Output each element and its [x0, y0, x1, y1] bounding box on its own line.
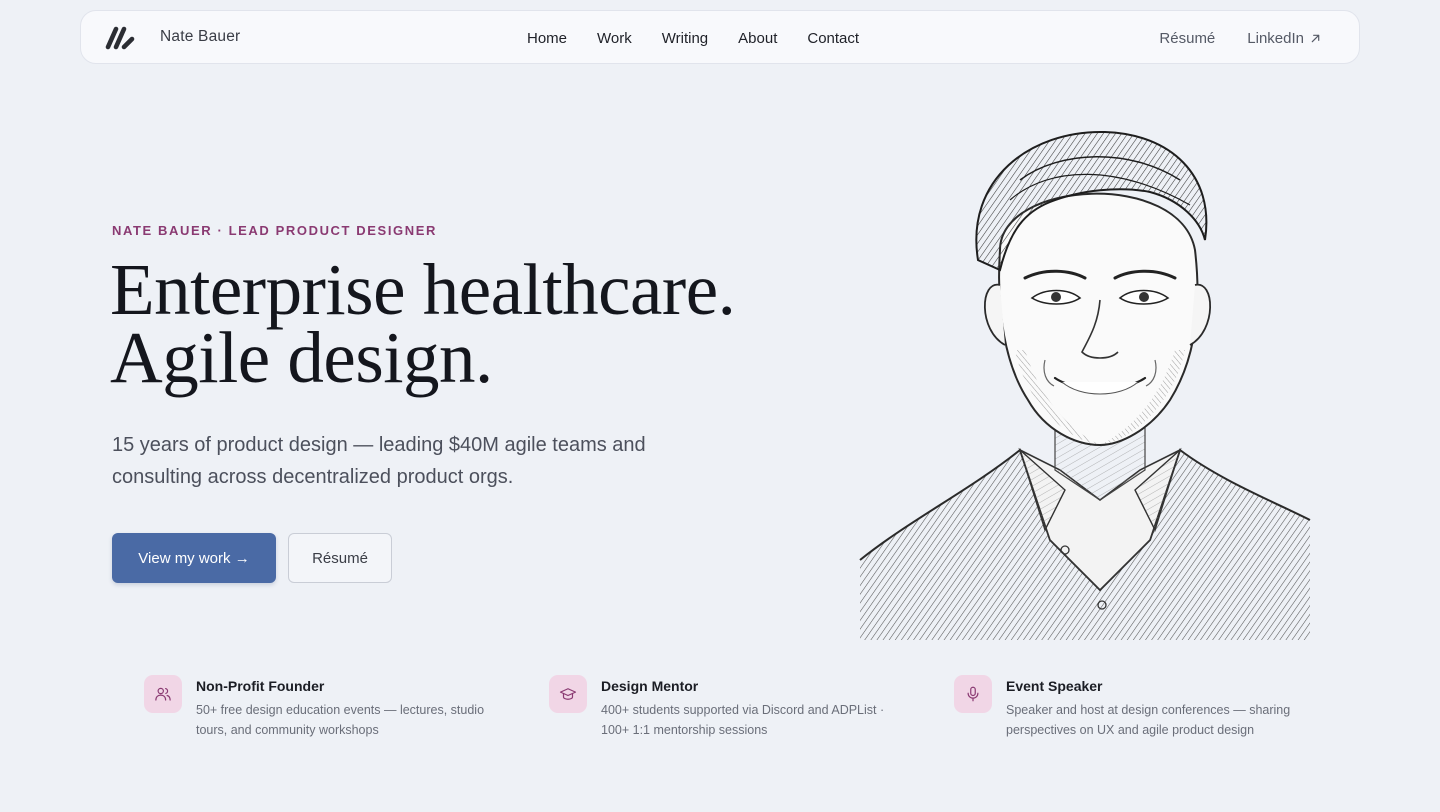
users-icon [155, 687, 171, 701]
feature-title: Event Speaker [1006, 678, 1103, 694]
nav-linkedin-label: LinkedIn [1247, 29, 1304, 47]
feature-event-speaker: Event Speaker Speaker and host at design… [954, 675, 1314, 740]
resume-button[interactable]: Résumé [288, 533, 392, 583]
headline-line-2: Agile design. [110, 317, 493, 398]
nav-link-writing[interactable]: Writing [662, 30, 708, 47]
top-nav: Nate Bauer Home Work Writing About Conta… [80, 10, 1360, 64]
brand-name: Nate Bauer [160, 28, 241, 45]
graduation-cap-icon [559, 688, 577, 700]
headline-line-1: Enterprise healthcare. [110, 249, 736, 330]
feature-nonprofit-founder: Non-Profit Founder 50+ free design educa… [144, 675, 504, 740]
logo-icon [105, 26, 135, 50]
feature-description: 400+ students supported via Discord and … [601, 703, 885, 737]
view-work-button[interactable]: View my work → [112, 533, 276, 583]
feature-icon-tile [144, 675, 182, 713]
hero-headline: Enterprise healthcare. Agile design. [110, 249, 736, 398]
feature-description: 50+ free design education events — lectu… [196, 703, 485, 737]
nav-resume-link[interactable]: Résumé [1159, 30, 1215, 47]
nav-linkedin-link[interactable]: LinkedIn [1247, 30, 1321, 47]
nav-resume-label: Résumé [1159, 29, 1216, 47]
feature-design-mentor: Design Mentor 400+ students supported vi… [549, 675, 909, 740]
nav-link-contact[interactable]: Contact [807, 30, 859, 47]
nav-external-links: Résumé LinkedIn [1127, 11, 1321, 65]
feature-description: Speaker and host at design conferences —… [1006, 703, 1291, 737]
feature-title: Non-Profit Founder [196, 678, 325, 694]
hero-eyebrow: NATE BAUER · LEAD PRODUCT DESIGNER [112, 223, 438, 238]
microphone-icon [967, 686, 979, 702]
nav-link-about[interactable]: About [738, 30, 777, 47]
portrait-illustration [859, 130, 1311, 640]
brand[interactable]: Nate Bauer [105, 23, 240, 51]
feature-icon-tile [549, 675, 587, 713]
nav-link-home[interactable]: Home [527, 30, 567, 47]
hero-lead: 15 years of product design — leading $40… [112, 434, 646, 488]
nav-link-work[interactable]: Work [597, 30, 632, 47]
feature-icon-tile [954, 675, 992, 713]
primary-nav: Home Work Writing About Contact [527, 11, 889, 65]
feature-title: Design Mentor [601, 678, 699, 694]
external-arrow-icon [1311, 34, 1320, 42]
